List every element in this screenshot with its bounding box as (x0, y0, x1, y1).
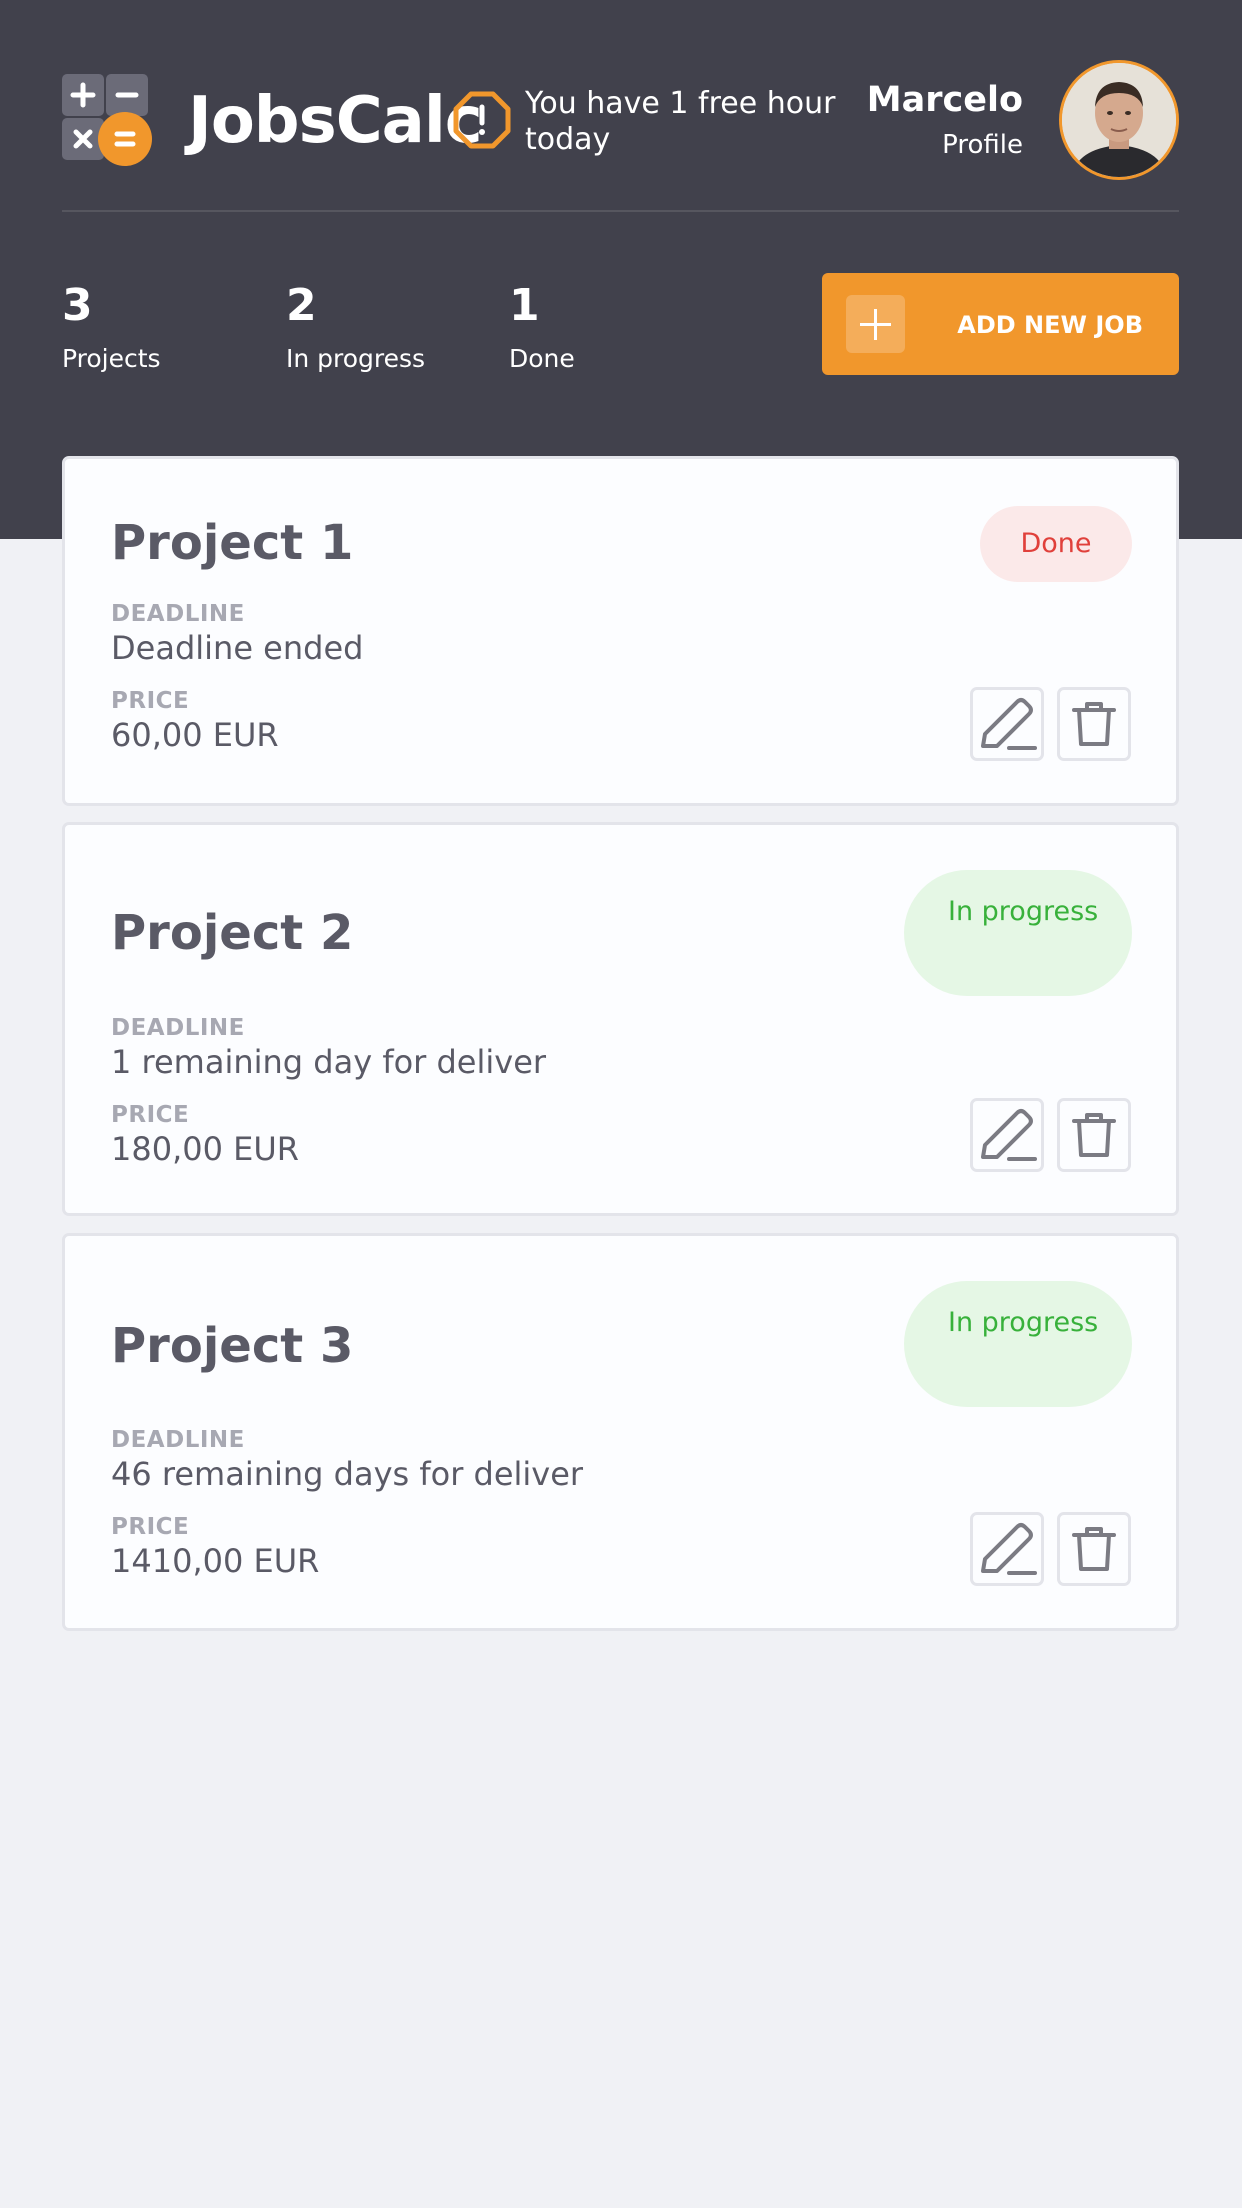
edit-button[interactable] (970, 687, 1044, 761)
price-label: PRICE (111, 688, 190, 714)
stat-done-value: 1 (509, 280, 540, 331)
trash-icon (1072, 702, 1116, 746)
trash-icon (1072, 1113, 1116, 1157)
status-badge: Done (980, 506, 1132, 582)
pencil-icon (981, 1109, 1037, 1161)
top-bar: JobsCalc You have 1 free hour today Marc… (62, 0, 1179, 212)
add-new-job-button[interactable]: ADD NEW JOB (822, 273, 1179, 375)
price-value: 180,00 EUR (111, 1130, 300, 1168)
deadline-value: 1 remaining day for deliver (111, 1043, 547, 1081)
plus-icon (846, 295, 905, 353)
deadline-label: DEADLINE (111, 1427, 245, 1453)
stat-in-progress-value: 2 (286, 280, 317, 331)
stat-projects-label: Projects (62, 344, 161, 373)
deadline-value: Deadline ended (111, 629, 364, 667)
stat-done: 1 Done (509, 280, 709, 373)
stat-in-progress-label: In progress (286, 344, 426, 373)
stat-projects-value: 3 (62, 280, 93, 331)
add-new-job-label: ADD NEW JOB (957, 311, 1143, 339)
project-card: Project 3 In progress DEADLINE 46 remain… (62, 1233, 1179, 1631)
calculator-icon (62, 74, 152, 166)
pencil-icon (981, 1523, 1037, 1575)
edit-button[interactable] (970, 1512, 1044, 1586)
pencil-icon (981, 698, 1037, 750)
status-badge: In progress (904, 1281, 1132, 1407)
project-card: Project 2 In progress DEADLINE 1 remaini… (62, 822, 1179, 1216)
project-card: Project 1 Done DEADLINE Deadline ended P… (62, 456, 1179, 806)
price-label: PRICE (111, 1514, 190, 1540)
delete-button[interactable] (1057, 1098, 1131, 1172)
alert-octagon-icon (453, 91, 511, 149)
avatar[interactable] (1059, 60, 1179, 180)
project-title: Project 3 (111, 1318, 354, 1374)
project-title: Project 2 (111, 905, 354, 961)
deadline-label: DEADLINE (111, 1015, 245, 1041)
trash-icon (1072, 1527, 1116, 1571)
price-value: 1410,00 EUR (111, 1542, 320, 1580)
project-title: Project 1 (111, 515, 354, 571)
profile-link[interactable]: Profile (942, 130, 1023, 160)
user-name: Marcelo (866, 80, 1023, 120)
delete-button[interactable] (1057, 687, 1131, 761)
price-label: PRICE (111, 1102, 190, 1128)
delete-button[interactable] (1057, 1512, 1131, 1586)
edit-button[interactable] (970, 1098, 1044, 1172)
app-name: JobsCalc (188, 84, 483, 158)
price-value: 60,00 EUR (111, 716, 279, 754)
free-hours-message: You have 1 free hour today (525, 86, 836, 157)
deadline-value: 46 remaining days for deliver (111, 1455, 584, 1493)
stat-done-label: Done (509, 344, 575, 373)
status-badge: In progress (904, 870, 1132, 996)
stat-in-progress: 2 In progress (286, 280, 486, 373)
stat-projects: 3 Projects (62, 280, 262, 373)
deadline-label: DEADLINE (111, 601, 245, 627)
avatar-image (1062, 63, 1176, 177)
